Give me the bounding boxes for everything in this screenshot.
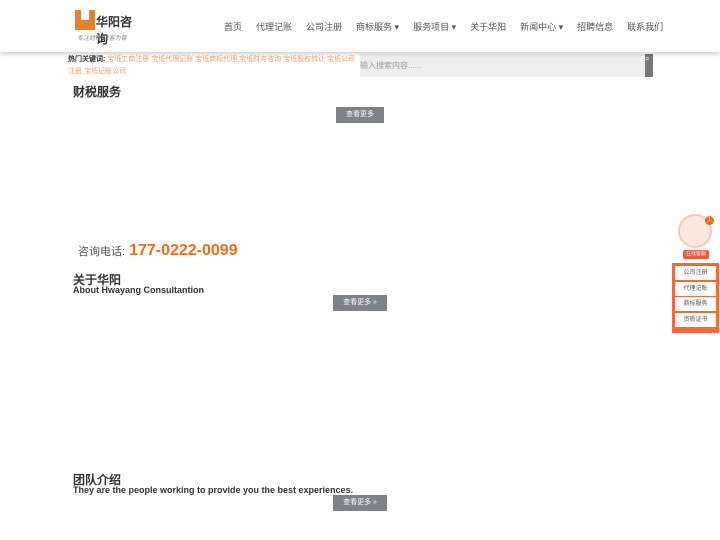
tax-more-button[interactable]: 查看更多 bbox=[336, 107, 384, 123]
about-more-button[interactable]: 查看更多 » bbox=[333, 295, 387, 311]
hot-keyword-links[interactable]: 宝坻工商注册 宝坻代理记账 宝坻商标代理 宝坻财务咨询 宝坻股权转让 宝坻公司注… bbox=[68, 56, 355, 75]
side-item-certificates[interactable]: 资质证书 bbox=[675, 312, 716, 327]
search-icon: ⌕ bbox=[645, 54, 650, 63]
logo[interactable]: 华阳咨询 专注财税 以客为尊 bbox=[75, 10, 141, 46]
phone-label: 咨询电话: bbox=[78, 246, 126, 258]
nav-bookkeeping[interactable]: 代理记账 bbox=[256, 20, 292, 33]
logo-slogan: 专注财税 以客为尊 bbox=[77, 36, 127, 42]
nav-contact[interactable]: 联系我们 bbox=[627, 20, 663, 33]
nav-jobs[interactable]: 招聘信息 bbox=[577, 20, 613, 33]
nav-trademark[interactable]: 商标服务 ▾ bbox=[356, 20, 399, 33]
nav-news[interactable]: 新闻中心 ▾ bbox=[520, 20, 563, 33]
logo-mark-icon bbox=[75, 10, 95, 30]
nav-home[interactable]: 首页 bbox=[224, 20, 242, 33]
search-button[interactable]: ⌕ bbox=[645, 54, 653, 77]
customer-service-avatar[interactable]: 1 在线客服 bbox=[678, 214, 714, 259]
nav-about[interactable]: 关于华阳 bbox=[470, 20, 506, 33]
side-item-trademark[interactable]: 商标服务 bbox=[675, 297, 716, 311]
tax-services-title: 财税服务 bbox=[73, 85, 122, 99]
team-more-button[interactable]: 查看更多 » bbox=[333, 495, 387, 511]
main-nav: 首页 代理记账 公司注册 商标服务 ▾ 服务项目 ▾ 关于华阳 新闻中心 ▾ 招… bbox=[217, 20, 670, 33]
hot-keywords: 热门关键词: 宝坻工商注册 宝坻代理记账 宝坻商标代理 宝坻财务咨询 宝坻股权转… bbox=[68, 54, 360, 78]
search-input[interactable]: 输入搜索内容...... bbox=[360, 54, 645, 77]
consult-phone: 咨询电话: 177-0222-0099 bbox=[78, 242, 238, 260]
side-item-bookkeeping[interactable]: 代理记账 bbox=[675, 281, 716, 296]
about-subtitle: About Hwayang Consultantion bbox=[73, 285, 204, 295]
phone-number: 177-0222-0099 bbox=[129, 242, 238, 259]
header: 华阳咨询 专注财税 以客为尊 首页 代理记账 公司注册 商标服务 ▾ 服务项目 … bbox=[0, 0, 720, 52]
side-quick-menu: 公司注册 代理记账 商标服务 资质证书 bbox=[672, 263, 719, 333]
notification-badge: 1 bbox=[705, 216, 714, 225]
search-placeholder: 输入搜索内容...... bbox=[360, 61, 422, 70]
side-item-company-registration[interactable]: 公司注册 bbox=[675, 266, 716, 280]
nav-company-registration[interactable]: 公司注册 bbox=[306, 20, 342, 33]
hot-keywords-label: 热门关键词: bbox=[68, 56, 106, 63]
team-subtitle: They are the people working to provide y… bbox=[73, 485, 354, 495]
nav-services[interactable]: 服务项目 ▾ bbox=[413, 20, 456, 33]
customer-service-label[interactable]: 在线客服 bbox=[683, 250, 709, 259]
